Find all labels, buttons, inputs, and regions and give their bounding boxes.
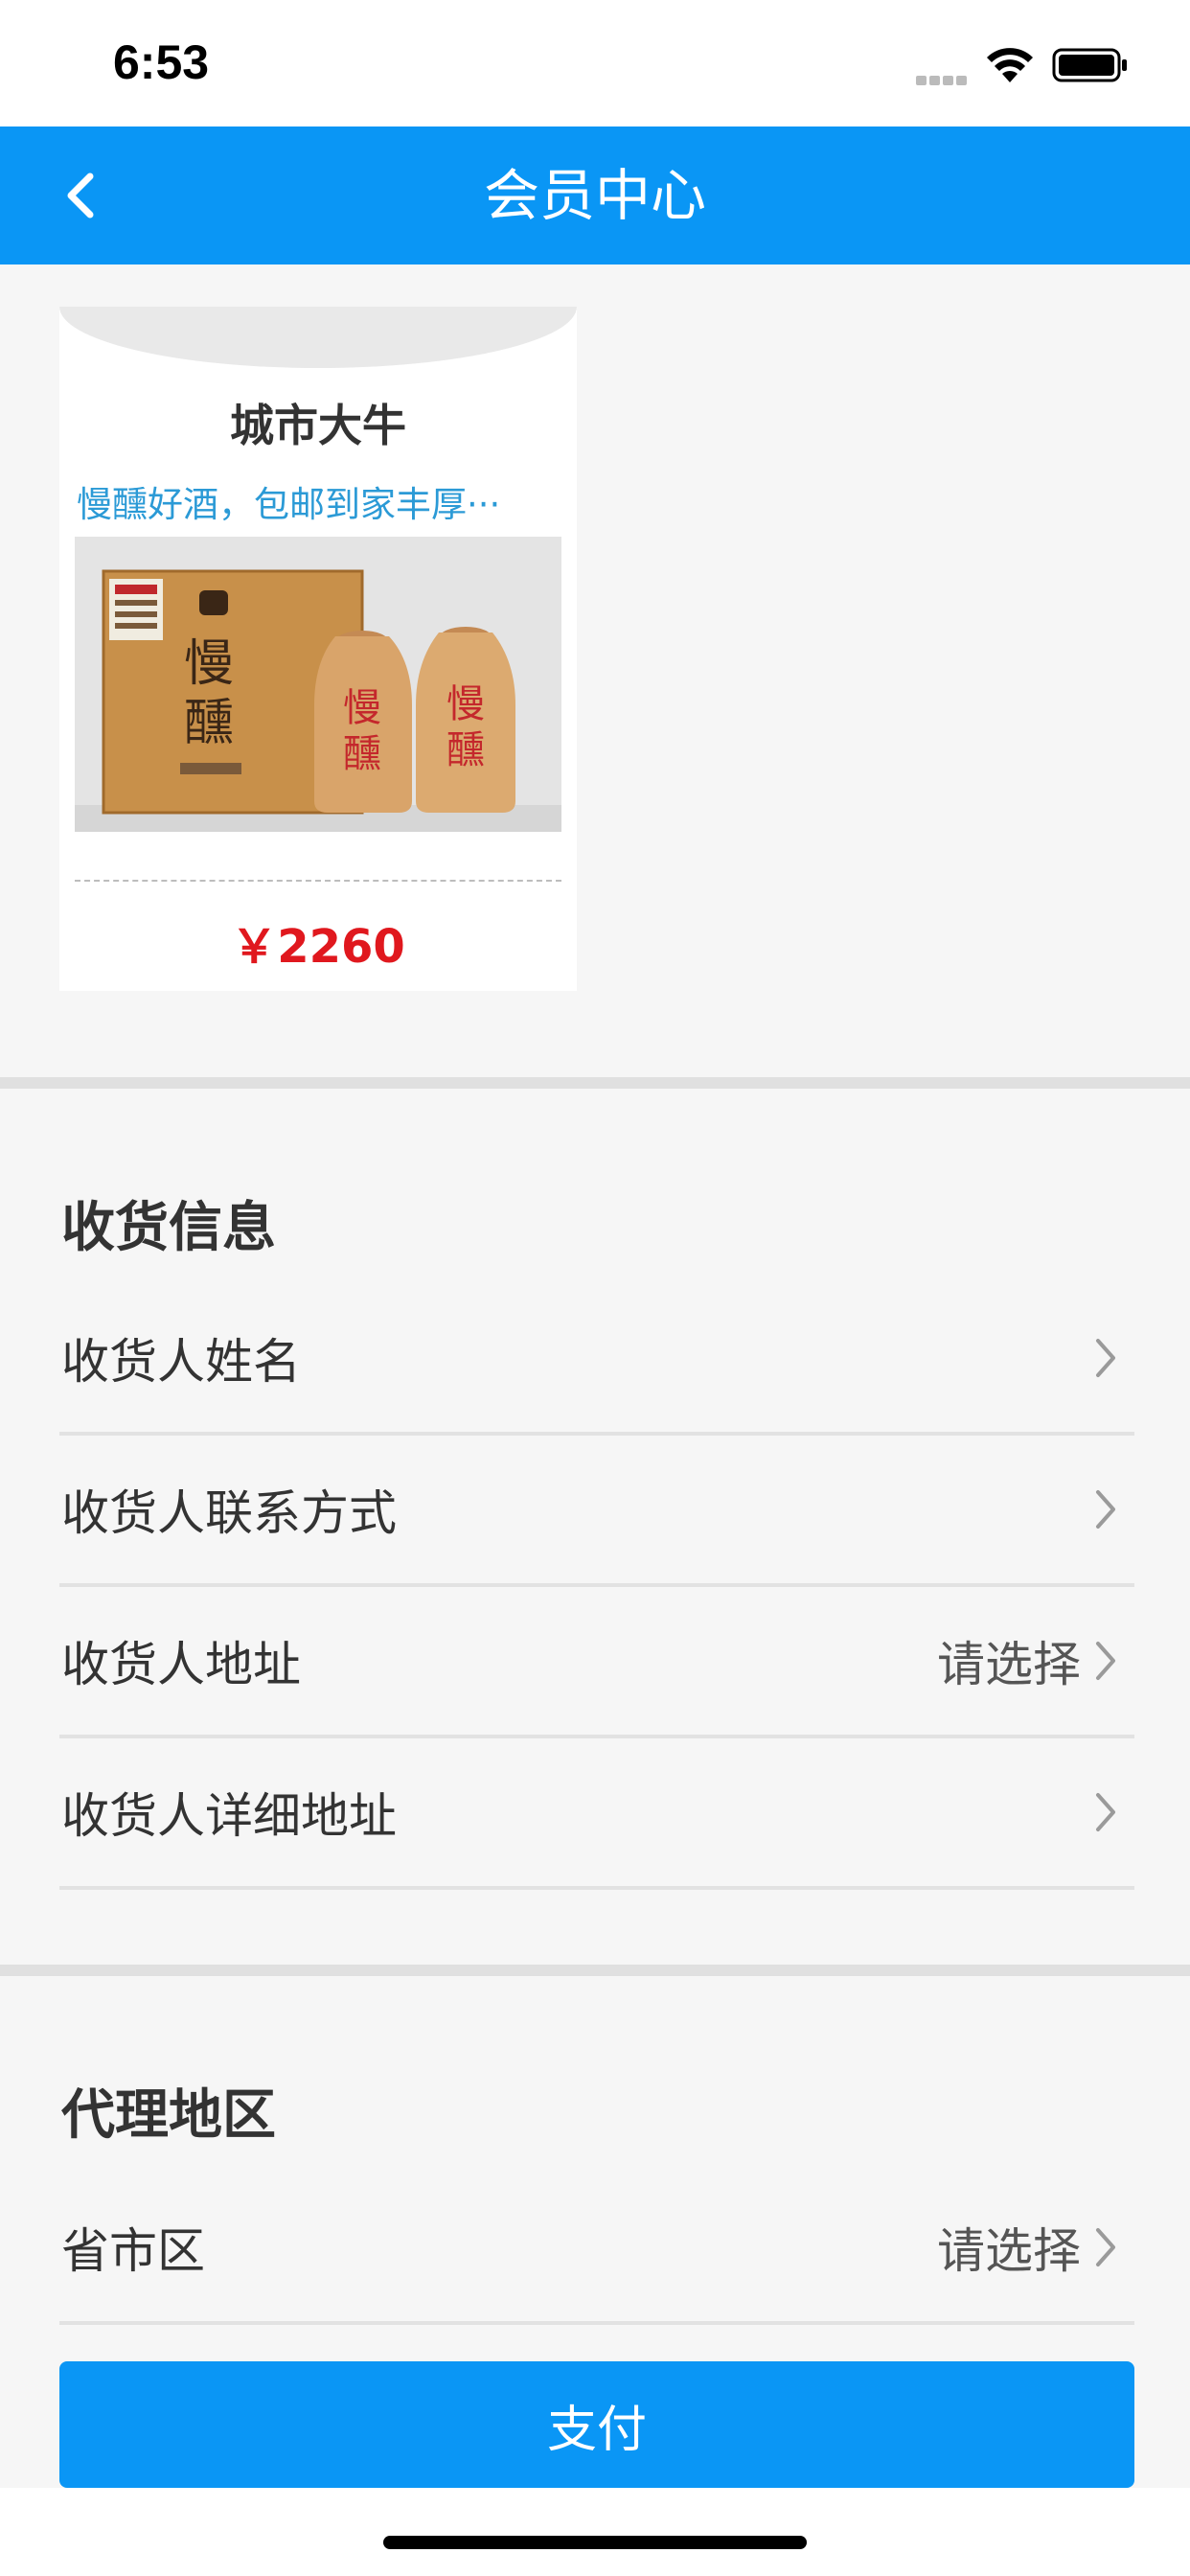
row-label: 收货人详细地址 xyxy=(61,1788,397,1844)
chevron-right-icon xyxy=(1096,1642,1115,1680)
status-bar: 6:53 xyxy=(0,0,1190,126)
row-label: 收货人地址 xyxy=(61,1637,301,1692)
row-receiver-contact[interactable]: 收货人联系方式 xyxy=(59,1436,1134,1587)
svg-text:慢: 慢 xyxy=(343,686,381,730)
page-title: 会员中心 xyxy=(483,163,706,228)
chevron-right-icon xyxy=(1096,1490,1115,1529)
svg-text:醺: 醺 xyxy=(343,732,381,776)
row-receiver-address[interactable]: 收货人地址 请选择 xyxy=(59,1587,1134,1738)
row-label: 省市区 xyxy=(61,2223,205,2279)
svg-text:慢: 慢 xyxy=(184,635,234,693)
product-price: ￥2260 xyxy=(231,920,405,974)
battery-icon xyxy=(1052,48,1127,82)
row-province-city-district[interactable]: 省市区 请选择 xyxy=(59,2174,1134,2325)
home-indicator[interactable] xyxy=(383,2536,807,2549)
row-value: 请选择 xyxy=(937,2223,1081,2279)
wifi-icon xyxy=(987,48,1033,82)
product-description: 慢醺好酒，包邮到家丰厚··· xyxy=(77,484,501,525)
row-label: 收货人姓名 xyxy=(61,1334,301,1390)
signal-icon xyxy=(916,71,973,85)
svg-text:醺: 醺 xyxy=(446,728,485,772)
agency-section-title: 代理地区 xyxy=(61,2084,276,2147)
chevron-left-icon[interactable] xyxy=(57,165,105,226)
pay-button[interactable]: 支付 xyxy=(59,2361,1134,2488)
card-divider xyxy=(75,880,561,882)
card-top-arc xyxy=(59,307,577,368)
product-name: 城市大牛 xyxy=(230,400,406,451)
shipping-section-title: 收货信息 xyxy=(61,1197,276,1259)
row-receiver-detail-address[interactable]: 收货人详细地址 xyxy=(59,1738,1134,1890)
svg-text:醺: 醺 xyxy=(184,695,234,752)
product-image: 慢 醺 慢 醺 慢 醺 xyxy=(75,537,561,832)
row-receiver-name[interactable]: 收货人姓名 xyxy=(59,1284,1134,1436)
status-time: 6:53 xyxy=(113,35,210,89)
svg-text:慢: 慢 xyxy=(446,682,485,726)
chevron-right-icon xyxy=(1096,1339,1115,1377)
chevron-right-icon xyxy=(1096,1793,1115,1831)
chevron-right-icon xyxy=(1096,2228,1115,2266)
row-label: 收货人联系方式 xyxy=(61,1485,397,1541)
row-value: 请选择 xyxy=(937,1637,1081,1692)
section-divider xyxy=(0,1965,1190,1976)
nav-bar: 会员中心 xyxy=(0,126,1190,264)
section-divider xyxy=(0,1077,1190,1089)
bottom-bar xyxy=(0,2488,1190,2576)
product-card[interactable]: 城市大牛 慢醺好酒，包邮到家丰厚··· 慢 醺 慢 醺 慢 醺 ￥2260 xyxy=(59,307,577,991)
